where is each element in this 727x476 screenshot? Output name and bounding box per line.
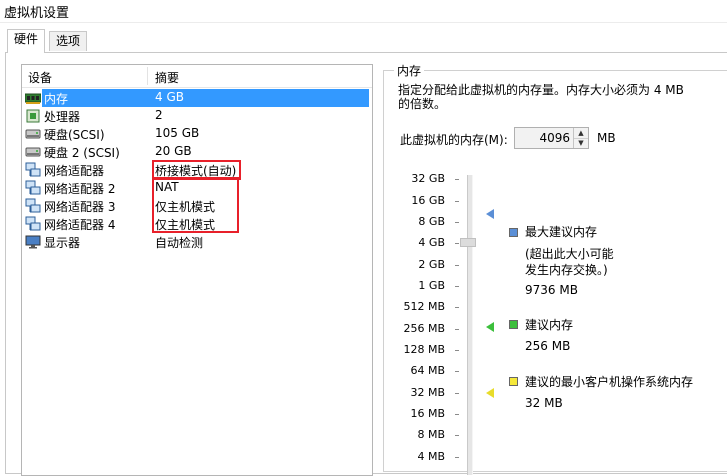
guest-min-value: 32 MB	[525, 396, 563, 410]
device-summary: 4 GB	[155, 90, 184, 104]
device-name: 网络适配器 3	[44, 200, 116, 214]
device-row-display[interactable]: 显示器 自动检测	[22, 233, 372, 251]
device-summary: 2	[155, 108, 163, 122]
highlight-box-adapters	[152, 177, 239, 233]
memory-slider-track[interactable]	[467, 175, 473, 475]
max-recommended-title: 最大建议内存	[525, 225, 598, 239]
scale-tick	[455, 350, 459, 351]
device-summary: 自动检测	[155, 236, 204, 250]
scale-tick	[455, 371, 459, 372]
device-name: 显示器	[44, 236, 81, 250]
guest-min-marker-icon	[486, 388, 494, 398]
memory-description: 指定分配给此虚拟机的内存量。内存大小必须为 4 MB 的倍数。	[398, 83, 684, 111]
scale-label: 1 GB	[418, 279, 445, 292]
memory-slider-thumb[interactable]	[460, 238, 476, 247]
scale-label: 256 MB	[403, 322, 445, 335]
recommended-marker-icon	[486, 322, 494, 332]
title-bar: 虚拟机设置	[0, 0, 727, 23]
scale-label: 32 MB	[410, 386, 445, 399]
device-row-hard-disk-2[interactable]: 硬盘 2 (SCSI) 20 GB	[22, 143, 372, 161]
recommended-title: 建议内存	[525, 318, 574, 332]
scale-tick	[455, 457, 459, 458]
network-adapter-icon	[25, 198, 41, 213]
processor-icon	[26, 109, 40, 123]
tab-options[interactable]: 选项	[49, 31, 88, 51]
memory-icon	[25, 93, 41, 104]
column-header-device[interactable]: 设备	[28, 69, 52, 86]
device-list[interactable]: 设备 摘要 内存 4 GB 处理器 2 硬盘(SCSI) 105 GB 硬盘 2…	[21, 64, 373, 476]
scale-tick	[455, 201, 459, 202]
network-adapter-icon	[25, 162, 41, 177]
memory-label: 此虚拟机的内存(M):	[400, 133, 508, 147]
device-row-memory[interactable]: 内存 4 GB	[22, 89, 372, 107]
scale-label: 4 GB	[418, 236, 445, 249]
device-name: 内存	[44, 92, 69, 106]
scale-tick	[455, 179, 459, 180]
memory-spinbox[interactable]: 4096 ▲ ▼	[514, 127, 589, 149]
scale-label: 16 GB	[411, 194, 445, 207]
max-recommended-swatch	[509, 228, 518, 237]
recommended-value: 256 MB	[525, 339, 571, 353]
scale-label: 16 MB	[410, 407, 445, 420]
window-title: 虚拟机设置	[4, 6, 70, 21]
scale-label: 2 GB	[418, 258, 445, 271]
memory-group-title: 内存	[394, 62, 425, 79]
scale-label: 4 MB	[417, 450, 445, 463]
max-recommended-marker-icon	[486, 209, 494, 219]
scale-label: 8 MB	[417, 428, 445, 441]
scale-tick	[455, 265, 459, 266]
scale-label: 128 MB	[403, 343, 445, 356]
max-recommended-value: 9736 MB	[525, 283, 578, 297]
device-name: 处理器	[44, 110, 81, 124]
scale-tick	[455, 307, 459, 308]
device-name: 硬盘(SCSI)	[44, 128, 105, 142]
memory-unit: MB	[597, 131, 616, 145]
scale-tick	[455, 435, 459, 436]
hard-disk-icon	[25, 147, 41, 157]
display-icon	[25, 235, 41, 249]
guest-min-title: 建议的最小客户机操作系统内存	[525, 375, 694, 389]
device-row-hard-disk[interactable]: 硬盘(SCSI) 105 GB	[22, 125, 372, 143]
scale-tick	[455, 414, 459, 415]
tab-hardware[interactable]: 硬件	[7, 29, 46, 53]
list-header: 设备 摘要	[22, 65, 372, 88]
device-name: 网络适配器 4	[44, 218, 116, 232]
device-row-processor[interactable]: 处理器 2	[22, 107, 372, 125]
scale-tick	[455, 329, 459, 330]
device-name: 网络适配器 2	[44, 182, 116, 196]
network-adapter-icon	[25, 180, 41, 195]
memory-value[interactable]: 4096	[539, 131, 570, 145]
max-recommended-note-line1: (超出此大小可能	[525, 247, 614, 261]
column-divider	[147, 67, 148, 85]
spin-down-icon[interactable]: ▼	[574, 138, 588, 148]
scale-tick	[455, 222, 459, 223]
device-summary: 20 GB	[155, 144, 192, 158]
scale-label: 64 MB	[410, 364, 445, 377]
guest-min-swatch	[509, 377, 518, 386]
recommended-swatch	[509, 320, 518, 329]
spin-buttons: ▲ ▼	[573, 128, 588, 148]
hard-disk-icon	[25, 129, 41, 139]
column-header-summary[interactable]: 摘要	[155, 69, 179, 86]
max-recommended-note-line2: 发生内存交换。)	[525, 263, 608, 277]
network-adapter-icon	[25, 216, 41, 231]
device-name: 网络适配器	[44, 164, 105, 178]
scale-tick	[455, 393, 459, 394]
scale-tick	[455, 243, 459, 244]
scale-label: 512 MB	[403, 300, 445, 313]
scale-label: 8 GB	[418, 215, 445, 228]
device-summary: 105 GB	[155, 126, 200, 140]
scale-label: 32 GB	[411, 172, 445, 185]
scale-tick	[455, 286, 459, 287]
device-name: 硬盘 2 (SCSI)	[44, 146, 120, 160]
selection-highlight	[42, 89, 369, 107]
